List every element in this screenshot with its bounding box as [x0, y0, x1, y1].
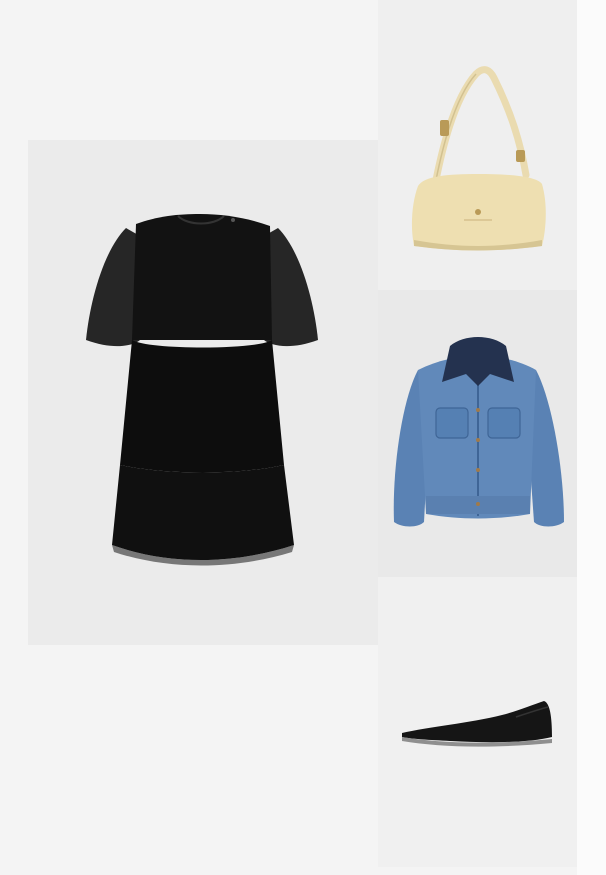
- product-tile-shoe[interactable]: [378, 577, 577, 867]
- bag-image: [411, 66, 546, 251]
- page-margin: [577, 0, 606, 875]
- shoe-image: [402, 701, 552, 747]
- product-tile-bag[interactable]: [378, 0, 577, 290]
- product-tile-jacket[interactable]: [378, 290, 577, 577]
- jacket-image: [393, 337, 564, 527]
- dress-image: [86, 214, 318, 566]
- product-tile-dress[interactable]: [28, 140, 378, 645]
